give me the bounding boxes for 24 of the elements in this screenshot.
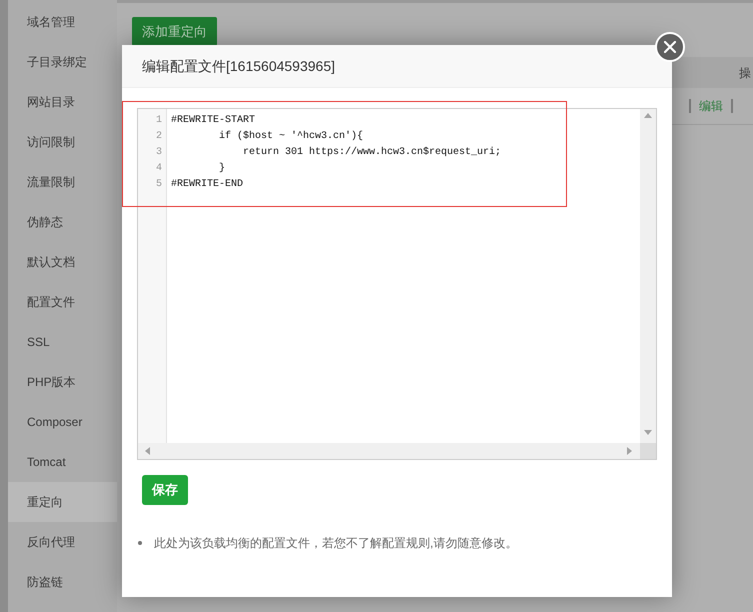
code-line: return 301 https://www.hcw3.cn$request_uri; [242, 146, 502, 160]
dialog-title: 编辑配置文件[1615604593965] [142, 56, 335, 76]
caret-up-icon[interactable] [644, 113, 652, 118]
code-line: #REWRITE-START [171, 114, 256, 128]
note-text: 此处为该负载均衡的配置文件，若您不了解配置规则,请勿随意修改。 [154, 535, 518, 552]
save-button[interactable]: 保存 [142, 475, 188, 505]
bullet-icon [138, 541, 142, 545]
code-line: } [218, 162, 226, 176]
line-number: 5 [156, 178, 162, 192]
code-editor[interactable]: 1 2 3 4 5 #REWRITE-START if ($host ~ '^hcw3.cn'){ return 301 https://www.hcw3.cn$request_uri; } #REWRITE-END [137, 108, 657, 460]
line-number: 2 [156, 130, 162, 144]
line-number: 4 [156, 162, 162, 176]
line-number: 1 [156, 114, 162, 128]
code-line: if ($host ~ '^hcw3.cn'){ [218, 130, 364, 144]
line-number: 3 [156, 146, 162, 160]
caret-right-icon[interactable] [627, 447, 632, 455]
caret-left-icon[interactable] [145, 447, 150, 455]
close-icon [664, 41, 676, 53]
code-line: #REWRITE-END [171, 178, 244, 192]
sidebar-item[interactable]: 重定向 [8, 482, 117, 522]
add-redirect-button[interactable]: 添加重定向 [132, 17, 217, 46]
column-header: 操 [739, 64, 751, 82]
scrollbar-corner [640, 443, 656, 459]
caret-down-icon[interactable] [644, 430, 652, 435]
